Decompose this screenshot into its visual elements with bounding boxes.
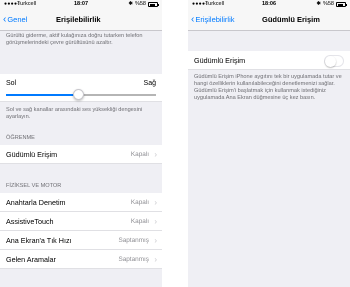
section-header-physical: FİZİKSEL VE MOTOR bbox=[6, 183, 62, 189]
accessibility-screen: ●●●●○ Turkcell 18:07 ✱ %58 ‹ Genel Erişi… bbox=[0, 0, 162, 287]
battery-icon bbox=[336, 2, 347, 7]
chevron-right-icon: › bbox=[154, 150, 157, 159]
guided-access-toggle[interactable] bbox=[324, 55, 344, 67]
assistivetouch-row[interactable]: AssistiveTouch Kapalı › bbox=[0, 212, 162, 231]
back-button-label: Erişilebilirlik bbox=[195, 15, 235, 24]
row-value: Kapalı bbox=[130, 151, 149, 158]
row-value: Saptanmış bbox=[118, 237, 149, 244]
bluetooth-icon: ✱ bbox=[128, 1, 133, 7]
row-label: Güdümlü Erişim bbox=[6, 150, 58, 159]
balance-slider-thumb[interactable] bbox=[73, 89, 85, 100]
guided-access-row[interactable]: Güdümlü Erişim Kapalı › bbox=[0, 145, 162, 164]
section-header-learning: ÖĞRENME bbox=[6, 135, 35, 141]
back-button-label: Genel bbox=[7, 15, 28, 24]
balance-slider-cell: Sol Sağ bbox=[0, 74, 162, 102]
status-bar: ●●●●○ Turkcell 18:06 ✱ %58 bbox=[188, 0, 350, 9]
page-title: Güdümlü Erişim bbox=[262, 15, 320, 24]
row-label: Gelen Aramalar bbox=[6, 255, 56, 264]
battery-percent: %58 bbox=[134, 1, 146, 7]
chevron-right-icon: › bbox=[154, 198, 157, 207]
navigation-bar: ‹ Genel Erişilebilirlik bbox=[0, 9, 162, 31]
row-value: Kapalı bbox=[130, 218, 149, 225]
chevron-right-icon: › bbox=[154, 217, 157, 226]
slider-left-label: Sol bbox=[6, 80, 17, 87]
slider-right-label: Sağ bbox=[143, 80, 156, 87]
back-button[interactable]: ‹ Genel bbox=[3, 13, 28, 25]
switch-control-row[interactable]: Anahtarla Denetim Kapalı › bbox=[0, 193, 162, 212]
guided-access-description: Güdümlü Erişim iPhone aygıtını tek bir u… bbox=[194, 74, 342, 101]
guided-access-screen: ●●●●○ Turkcell 18:06 ✱ %58 ‹ Erişilebili… bbox=[188, 0, 350, 287]
bluetooth-icon: ✱ bbox=[316, 1, 321, 7]
home-click-speed-row[interactable]: Ana Ekran'a Tık Hızı Saptanmış › bbox=[0, 231, 162, 250]
incoming-calls-row[interactable]: Gelen Aramalar Saptanmış › bbox=[0, 250, 162, 269]
row-label: AssistiveTouch bbox=[6, 217, 54, 226]
row-label: Anahtarla Denetim bbox=[6, 198, 66, 207]
chevron-right-icon: › bbox=[154, 236, 157, 245]
navigation-bar: ‹ Erişilebilirlik Güdümlü Erişim bbox=[188, 9, 350, 31]
chevron-right-icon: › bbox=[154, 255, 157, 264]
guided-access-toggle-row: Güdümlü Erişim bbox=[188, 51, 350, 70]
settings-list[interactable]: Gürültü giderme, aktif kulağınıza doğru … bbox=[0, 31, 162, 287]
status-bar: ●●●●○ Turkcell 18:07 ✱ %58 bbox=[0, 0, 162, 9]
chevron-left-icon: ‹ bbox=[3, 13, 7, 25]
battery-icon bbox=[148, 2, 159, 7]
row-value: Kapalı bbox=[130, 199, 149, 206]
row-label: Güdümlü Erişim bbox=[194, 56, 246, 65]
noise-cancellation-footnote: Gürültü giderme, aktif kulağınıza doğru … bbox=[6, 33, 143, 46]
balance-footnote: Sol ve sağ kanallar arasındaki ses yükse… bbox=[6, 107, 143, 120]
battery-percent: %58 bbox=[322, 1, 334, 7]
page-title: Erişilebilirlik bbox=[56, 15, 101, 24]
row-label: Ana Ekran'a Tık Hızı bbox=[6, 236, 72, 245]
settings-list[interactable]: Güdümlü Erişim Güdümlü Erişim iPhone ayg… bbox=[188, 31, 350, 287]
chevron-left-icon: ‹ bbox=[191, 13, 195, 25]
back-button[interactable]: ‹ Erişilebilirlik bbox=[191, 13, 235, 25]
row-value: Saptanmış bbox=[118, 256, 149, 263]
